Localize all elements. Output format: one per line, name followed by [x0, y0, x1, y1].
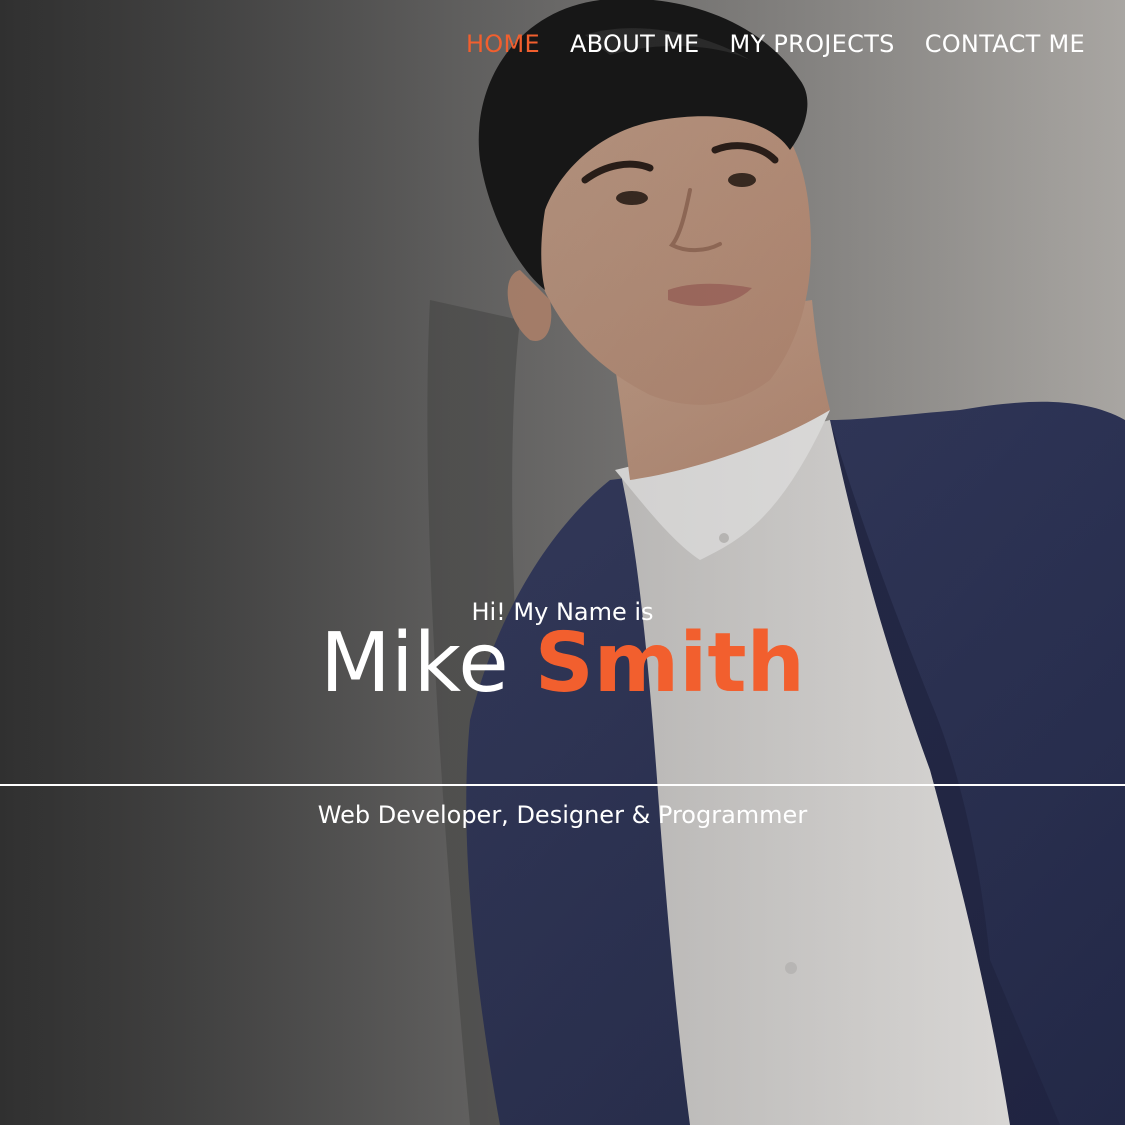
nav-link-home[interactable]: HOME — [466, 28, 540, 60]
nav-item-home: HOME — [466, 28, 540, 60]
main-nav: HOME ABOUT ME MY PROJECTS CONTACT ME — [466, 28, 1085, 60]
tagline: Web Developer, Designer & Programmer — [317, 801, 808, 829]
first-name: Mike — [320, 616, 509, 711]
last-name: Smith — [534, 616, 805, 711]
nav-item-about: ABOUT ME — [570, 28, 699, 60]
hero-name: Mike Smith — [0, 618, 1125, 710]
nav-link-about[interactable]: ABOUT ME — [570, 28, 699, 60]
nav-link-projects[interactable]: MY PROJECTS — [729, 28, 894, 60]
nav-link-contact[interactable]: CONTACT ME — [925, 28, 1085, 60]
hero-divider — [0, 784, 1125, 786]
hero-section — [0, 0, 1125, 1125]
hero-overlay — [0, 0, 1125, 1125]
nav-item-contact: CONTACT ME — [925, 28, 1085, 60]
nav-item-projects: MY PROJECTS — [729, 28, 894, 60]
